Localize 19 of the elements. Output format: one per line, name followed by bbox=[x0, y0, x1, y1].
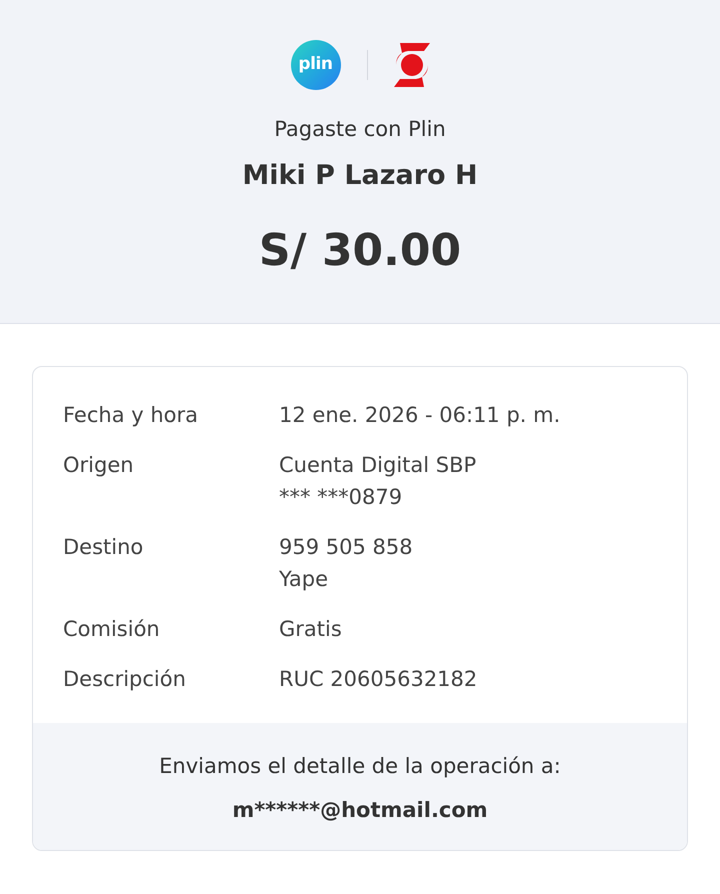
payment-title: Pagaste con Plin bbox=[274, 116, 446, 143]
detail-value: RUC 20605632182 bbox=[279, 666, 478, 693]
plin-logo: plin bbox=[290, 40, 340, 90]
bank-logo-icon bbox=[394, 43, 430, 87]
detail-value: Cuenta Digital SBP bbox=[279, 452, 476, 479]
amount: S/ 30.00 bbox=[258, 224, 462, 278]
detail-label: Descripción bbox=[63, 666, 187, 693]
detail-value: 12 ene. 2026 - 06:11 p. m. bbox=[279, 402, 560, 429]
detail-value: Yape bbox=[279, 566, 330, 593]
recipient-name: Miki P Lazaro H bbox=[242, 158, 478, 192]
detail-label: Destino bbox=[63, 534, 144, 561]
detail-label: Origen bbox=[63, 452, 135, 479]
detail-label: Comisión bbox=[63, 616, 161, 643]
footer-message: Enviamos el detalle de la operación a: bbox=[159, 753, 561, 780]
email: m******@hotmail.com bbox=[232, 796, 488, 824]
detail-label: Fecha y hora bbox=[63, 402, 200, 429]
detail-value: 959 505 858 bbox=[279, 534, 413, 561]
detail-value: *** ***0879 bbox=[279, 484, 404, 511]
detail-value: Gratis bbox=[279, 616, 342, 643]
